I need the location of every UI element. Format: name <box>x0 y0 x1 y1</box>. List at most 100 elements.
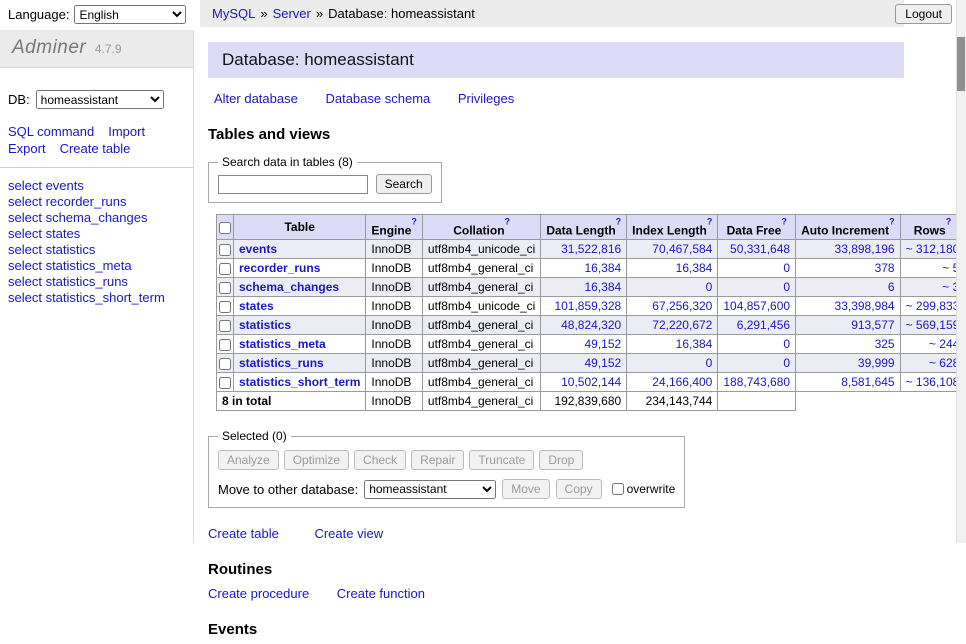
auto-increment-value[interactable]: 33,898,196 <box>835 242 895 256</box>
sidebar-item-select-statistics-runs[interactable]: select statistics_runs <box>8 274 185 289</box>
rows-value[interactable]: ~ 244 <box>929 337 959 351</box>
breadcrumb-server-link[interactable]: Server <box>273 6 311 21</box>
data-length-value[interactable]: 48,824,320 <box>561 318 621 332</box>
index-length-value[interactable]: 16,384 <box>676 337 713 351</box>
export-link[interactable]: Export <box>8 141 46 156</box>
db-select[interactable]: homeassistant <box>36 90 164 109</box>
sidebar-item-select-recorder-runs[interactable]: select recorder_runs <box>8 194 185 209</box>
sidebar-item-select-statistics[interactable]: select statistics <box>8 242 185 257</box>
data-free-value[interactable]: 6,291,456 <box>737 318 790 332</box>
rows-value[interactable]: ~ 299,833 <box>906 299 960 313</box>
create-view-link[interactable]: Create view <box>314 526 383 541</box>
index-length-help-icon[interactable]: ? <box>707 217 713 227</box>
table-link[interactable]: states <box>239 299 274 313</box>
scrollbar-track[interactable] <box>956 0 966 543</box>
check-button[interactable]: Check <box>354 450 406 470</box>
row-checkbox[interactable] <box>219 301 231 313</box>
row-checkbox[interactable] <box>219 377 231 389</box>
sidebar-item-select-statistics-meta[interactable]: select statistics_meta <box>8 258 185 273</box>
auto-increment-value[interactable]: 913,577 <box>851 318 894 332</box>
optimize-button[interactable]: Optimize <box>284 450 349 470</box>
row-checkbox[interactable] <box>219 244 231 256</box>
index-length-value[interactable]: 0 <box>706 280 713 294</box>
data-free-help-icon[interactable]: ? <box>781 217 787 227</box>
create-function-link[interactable]: Create function <box>337 586 425 601</box>
data-free-value[interactable]: 0 <box>783 280 790 294</box>
logout-button[interactable]: Logout <box>895 4 952 24</box>
data-length-help-icon[interactable]: ? <box>616 217 622 227</box>
database-schema-link[interactable]: Database schema <box>325 91 430 106</box>
rows-value[interactable]: ~ 312,180 <box>906 242 960 256</box>
breadcrumb-mysql-link[interactable]: MySQL <box>212 6 255 21</box>
truncate-button[interactable]: Truncate <box>469 450 534 470</box>
analyze-button[interactable]: Analyze <box>218 450 279 470</box>
data-length-value[interactable]: 31,522,816 <box>561 242 621 256</box>
table-link[interactable]: events <box>239 242 277 256</box>
auto-increment-value[interactable]: 33,398,984 <box>835 299 895 313</box>
search-input[interactable] <box>218 175 368 194</box>
rows-help-icon[interactable]: ? <box>946 217 952 227</box>
table-link[interactable]: schema_changes <box>239 280 339 294</box>
row-checkbox[interactable] <box>219 282 231 294</box>
rows-value[interactable]: ~ 569,159 <box>906 318 960 332</box>
create-table-link[interactable]: Create table <box>208 526 279 541</box>
data-length-value[interactable]: 16,384 <box>584 280 621 294</box>
table-link[interactable]: statistics_short_term <box>239 375 360 389</box>
sidebar-item-select-states[interactable]: select states <box>8 226 185 241</box>
index-length-value[interactable]: 0 <box>706 356 713 370</box>
data-length-value[interactable]: 101,859,328 <box>554 299 621 313</box>
sql-command-link[interactable]: SQL command <box>8 124 94 139</box>
select-all-checkbox[interactable] <box>219 222 231 234</box>
table-link[interactable]: statistics <box>239 318 291 332</box>
table-link[interactable]: statistics_runs <box>239 356 324 370</box>
table-link[interactable]: statistics_meta <box>239 337 326 351</box>
auto-increment-value[interactable]: 325 <box>875 337 895 351</box>
index-length-value[interactable]: 67,256,320 <box>652 299 712 313</box>
data-free-value[interactable]: 188,743,680 <box>723 375 790 389</box>
row-checkbox[interactable] <box>219 320 231 332</box>
data-length-value[interactable]: 16,384 <box>584 261 621 275</box>
engine-help-icon[interactable]: ? <box>411 217 417 227</box>
alter-database-link[interactable]: Alter database <box>214 91 298 106</box>
language-select[interactable]: English <box>74 5 186 24</box>
overwrite-checkbox[interactable] <box>612 483 624 495</box>
index-length-value[interactable]: 16,384 <box>676 261 713 275</box>
rows-value[interactable]: ~ 628 <box>929 356 959 370</box>
data-length-value[interactable]: 49,152 <box>584 356 621 370</box>
table-link[interactable]: recorder_runs <box>239 261 320 275</box>
auto-increment-value[interactable]: 6 <box>888 280 895 294</box>
move-button[interactable]: Move <box>502 479 549 499</box>
row-checkbox[interactable] <box>219 358 231 370</box>
auto-increment-value[interactable]: 8,581,645 <box>841 375 894 389</box>
data-free-value[interactable]: 0 <box>783 356 790 370</box>
index-length-value[interactable]: 70,467,584 <box>652 242 712 256</box>
sidebar-item-select-events[interactable]: select events <box>8 178 185 193</box>
sidebar-item-select-statistics-short-term[interactable]: select statistics_short_term <box>8 290 185 305</box>
row-checkbox[interactable] <box>219 263 231 275</box>
data-length-value[interactable]: 10,502,144 <box>561 375 621 389</box>
copy-button[interactable]: Copy <box>556 479 602 499</box>
data-free-value[interactable]: 50,331,648 <box>730 242 790 256</box>
auto-increment-value[interactable]: 39,999 <box>858 356 895 370</box>
create-table-link-sidebar[interactable]: Create table <box>60 141 131 156</box>
auto-increment-value[interactable]: 378 <box>875 261 895 275</box>
data-free-value[interactable]: 0 <box>783 337 790 351</box>
privileges-link[interactable]: Privileges <box>458 91 514 106</box>
data-free-value[interactable]: 0 <box>783 261 790 275</box>
row-checkbox[interactable] <box>219 339 231 351</box>
collation-help-icon[interactable]: ? <box>505 217 511 227</box>
search-button[interactable]: Search <box>376 174 432 194</box>
index-length-value[interactable]: 72,220,672 <box>652 318 712 332</box>
rows-value[interactable]: ~ 136,108 <box>906 375 960 389</box>
auto-increment-help-icon[interactable]: ? <box>889 217 895 227</box>
index-length-value[interactable]: 24,166,400 <box>652 375 712 389</box>
move-database-select[interactable]: homeassistant <box>364 480 496 499</box>
repair-button[interactable]: Repair <box>411 450 464 470</box>
create-procedure-link[interactable]: Create procedure <box>208 586 309 601</box>
drop-button[interactable]: Drop <box>539 450 583 470</box>
data-length-value[interactable]: 49,152 <box>584 337 621 351</box>
sidebar-item-select-schema-changes[interactable]: select schema_changes <box>8 210 185 225</box>
data-free-value[interactable]: 104,857,600 <box>723 299 790 313</box>
scrollbar-thumb[interactable] <box>957 37 965 91</box>
import-link[interactable]: Import <box>108 124 145 139</box>
